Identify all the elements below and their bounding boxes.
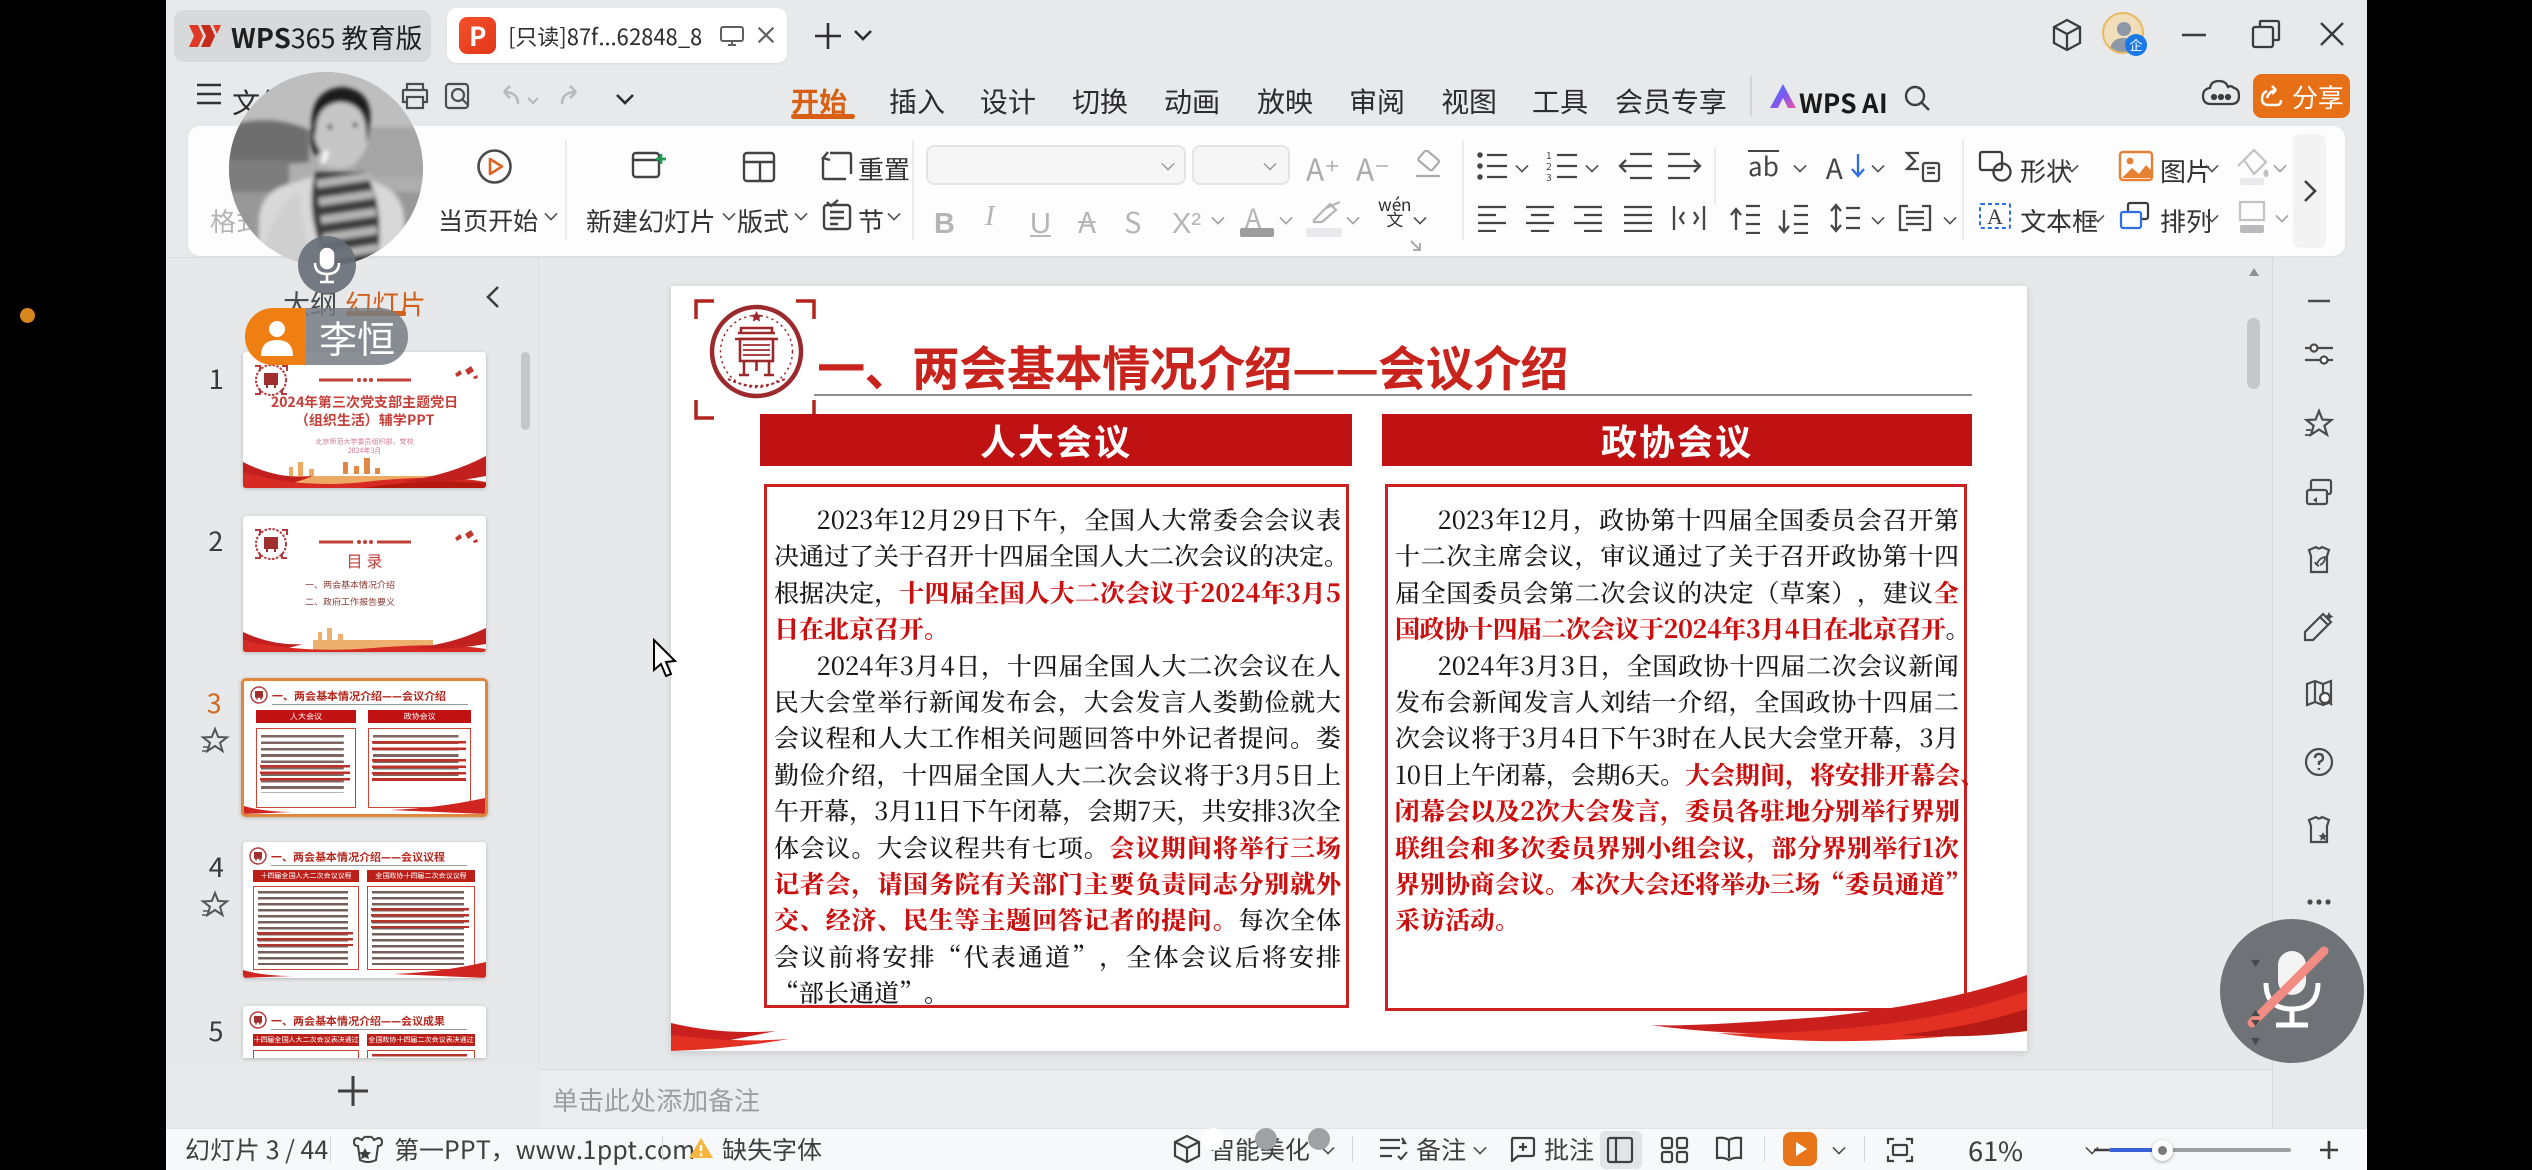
svg-text:A: A [1987, 204, 2003, 229]
svg-text:3: 3 [1546, 169, 1552, 182]
